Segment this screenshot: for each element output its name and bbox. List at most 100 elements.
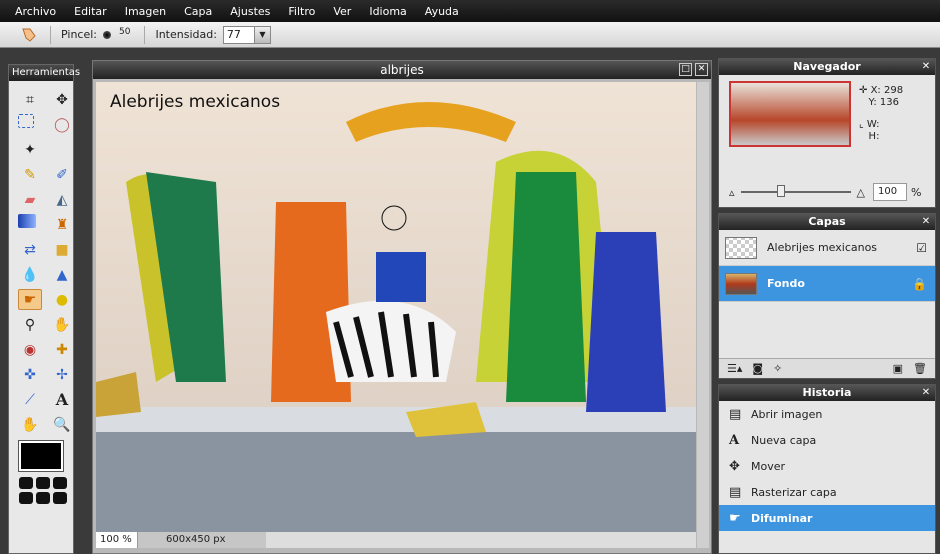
close-icon[interactable]: ✕ — [920, 61, 932, 73]
zoom-level[interactable]: 100 % — [96, 532, 138, 548]
zoom-in-icon[interactable]: △ — [857, 186, 865, 199]
menu-ayuda[interactable]: Ayuda — [416, 5, 468, 18]
magic-wand-icon[interactable]: ✦ — [18, 139, 42, 160]
close-icon[interactable]: ✕ — [920, 387, 932, 399]
history-label: Nueva capa — [751, 433, 817, 447]
close-icon[interactable]: ✕ — [920, 216, 932, 228]
layer-row[interactable]: Alebrijes mexicanos ☑ — [719, 230, 935, 266]
lasso-icon[interactable]: ◯ — [50, 114, 74, 135]
vertical-scrollbar[interactable] — [697, 82, 709, 548]
brush-icon[interactable]: ✐ — [50, 164, 74, 185]
text-layer: Alebrijes mexicanos — [110, 92, 281, 112]
intensity-label: Intensidad: — [155, 28, 217, 41]
pinch-icon[interactable]: ✢ — [50, 364, 74, 385]
maximize-icon[interactable]: □ — [679, 63, 692, 76]
intensity-value[interactable]: 77 — [224, 28, 254, 41]
color-preset[interactable] — [36, 477, 50, 489]
layers-panel: Capas ✕ Alebrijes mexicanos ☑ Fondo 🔒 ☰▴… — [718, 213, 936, 379]
navigator-thumbnail[interactable] — [729, 81, 851, 147]
crosshair-icon: ✛ — [859, 85, 868, 96]
sponge-icon[interactable]: ● — [50, 289, 74, 310]
layer-thumbnail — [725, 236, 757, 259]
drop-icon[interactable]: 💧 — [18, 264, 42, 285]
history-item[interactable]: ▤ Rasterizar capa — [719, 479, 935, 505]
color-preset[interactable] — [53, 492, 67, 504]
text-icon[interactable]: A — [50, 389, 74, 410]
menu-ajustes[interactable]: Ajustes — [221, 5, 279, 18]
document-icon: ▤ — [729, 406, 742, 422]
brush-preview[interactable] — [103, 30, 111, 39]
history-label: Abrir imagen — [751, 407, 823, 421]
menu-capa[interactable]: Capa — [175, 5, 221, 18]
history-label: Mover — [751, 459, 786, 473]
layer-style-icon[interactable]: ✧ — [773, 362, 782, 375]
visibility-checkbox-icon[interactable]: ☑ — [916, 241, 927, 255]
sharpen-icon[interactable]: ▲ — [50, 264, 74, 285]
color-preset[interactable] — [19, 492, 33, 504]
selection-icon: ⌞ — [859, 119, 864, 130]
zoom-out-icon[interactable]: ▵ — [729, 186, 735, 199]
spot-heal-icon[interactable]: ✚ — [50, 339, 74, 360]
gradient-icon[interactable] — [18, 214, 36, 228]
layers-title: Capas — [808, 215, 846, 228]
new-layer-icon[interactable]: ▣ — [893, 362, 903, 375]
blur-tool-icon — [18, 25, 40, 45]
color-preset[interactable] — [19, 477, 33, 489]
eyedropper-icon[interactable]: ⟋ — [18, 389, 42, 410]
layer-thumbnail — [725, 272, 757, 295]
intensity-select[interactable]: 77 ▼ — [222, 25, 271, 44]
y-value: 136 — [879, 97, 899, 108]
move-icon: ✥ — [729, 458, 740, 474]
move-icon[interactable]: ✥ — [50, 89, 74, 110]
marquee-icon[interactable] — [18, 114, 34, 128]
eraser-icon[interactable]: ▰ — [18, 189, 42, 210]
brush-size: 50 — [119, 26, 131, 37]
document-icon: ▤ — [729, 484, 742, 500]
layer-settings-icon[interactable]: ☰▴ — [727, 362, 742, 375]
history-item[interactable]: A Nueva capa — [719, 427, 935, 453]
history-title: Historia — [802, 386, 852, 399]
navigator-title-bar: Navegador ✕ — [719, 59, 935, 75]
crop-icon[interactable]: ⌗ — [18, 89, 42, 110]
history-item[interactable]: ✥ Mover — [719, 453, 935, 479]
menu-editar[interactable]: Editar — [65, 5, 116, 18]
red-eye-icon[interactable]: ◉ — [18, 339, 42, 360]
menu-archivo[interactable]: Archivo — [6, 5, 65, 18]
paint-bucket-icon[interactable]: ◭ — [50, 189, 74, 210]
document-title: albrijes — [380, 63, 424, 77]
history-item[interactable]: ▤ Abrir imagen — [719, 401, 935, 427]
menu-ver[interactable]: Ver — [324, 5, 360, 18]
color-preset[interactable] — [36, 492, 50, 504]
menu-idioma[interactable]: Idioma — [360, 5, 415, 18]
h-label: H: — [868, 131, 880, 142]
navigator-info: ✛ X: 298 Y: 136 ⌞ W: H: — [859, 85, 903, 143]
burn-icon[interactable]: ✋ — [50, 314, 74, 335]
image-canvas[interactable]: Alebrijes mexicanos — [96, 82, 696, 532]
dodge-icon[interactable]: ⚲ — [18, 314, 42, 335]
menu-imagen[interactable]: Imagen — [116, 5, 175, 18]
history-item[interactable]: ☛ Difuminar — [719, 505, 935, 531]
document-title-bar: albrijes □ ✕ — [93, 61, 711, 79]
document-window: albrijes □ ✕ Alebrijes mexicanos 100 % 6… — [92, 60, 712, 554]
zoom-input[interactable]: 100 — [873, 183, 907, 201]
menu-filtro[interactable]: Filtro — [279, 5, 324, 18]
chevron-down-icon[interactable]: ▼ — [253, 26, 270, 43]
w-label: W: — [866, 119, 880, 130]
pencil-icon[interactable]: ✎ — [18, 164, 42, 185]
separator — [144, 25, 146, 44]
close-icon[interactable]: ✕ — [695, 63, 708, 76]
bloat-icon[interactable]: ✜ — [18, 364, 42, 385]
shape-icon[interactable]: ■ — [50, 239, 74, 260]
color-swatch[interactable] — [18, 440, 64, 472]
color-preset[interactable] — [53, 477, 67, 489]
blur-icon[interactable]: ☛ — [18, 289, 42, 310]
stamp-icon[interactable]: ♜ — [50, 214, 74, 235]
layer-row[interactable]: Fondo 🔒 — [719, 266, 935, 302]
layer-mask-icon[interactable]: ◙ — [752, 362, 763, 375]
trash-icon[interactable]: 🗑 — [913, 362, 927, 375]
zoom-icon[interactable]: 🔍 — [50, 414, 74, 435]
color-replace-icon[interactable]: ⇄ — [18, 239, 42, 260]
zoom-slider-knob[interactable] — [776, 185, 785, 197]
hand-icon[interactable]: ✋ — [18, 414, 42, 435]
zoom-slider[interactable] — [740, 185, 851, 197]
